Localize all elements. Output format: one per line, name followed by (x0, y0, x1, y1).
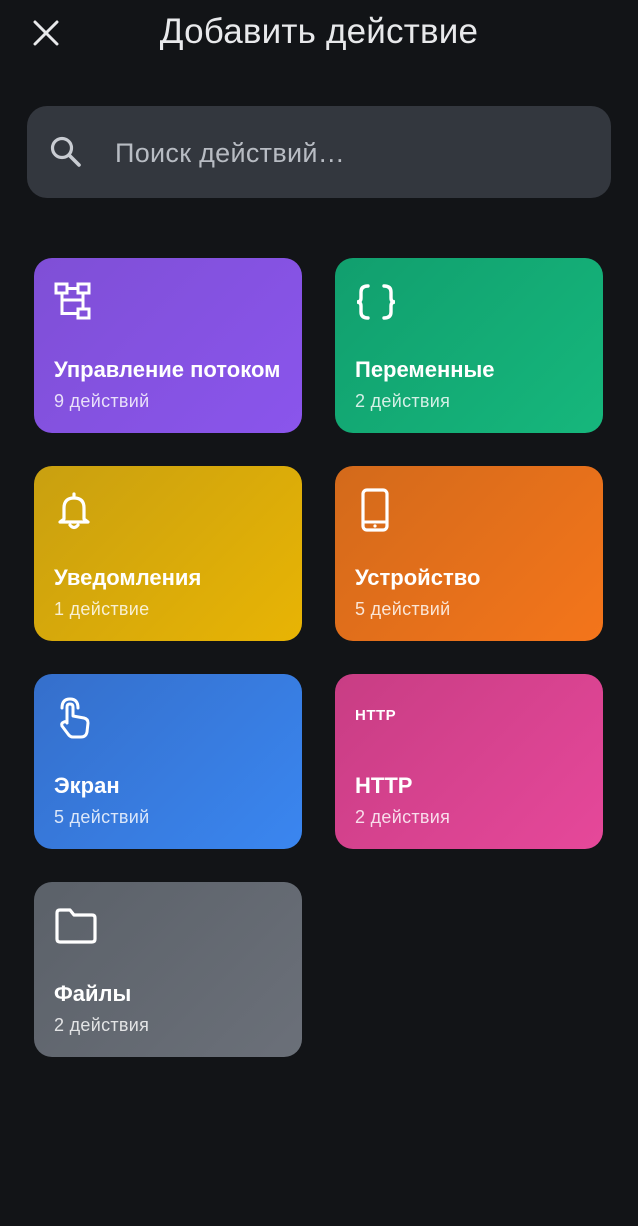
category-count: 2 действия (355, 391, 451, 411)
category-card-http[interactable]: HTTP HTTP 2 действия (335, 674, 603, 849)
category-count: 9 действий (54, 391, 150, 411)
braces-icon (355, 280, 399, 324)
http-icon: HTTP (355, 696, 399, 740)
bell-icon (54, 488, 98, 532)
header: Добавить действие (0, 0, 638, 66)
category-name: Уведомления (54, 565, 202, 590)
category-name: Управление потоком (54, 357, 281, 382)
flow-chart-icon (54, 280, 98, 324)
category-name: Экран (54, 773, 120, 798)
category-name: Переменные (355, 357, 495, 382)
category-count: 5 действий (54, 807, 150, 827)
category-card-device[interactable]: Устройство 5 действий (335, 466, 603, 641)
category-name: Файлы (54, 981, 132, 1006)
category-name: HTTP (355, 773, 413, 798)
add-action-screen: Добавить действие Управление потоком 9 д… (0, 0, 638, 1226)
phone-icon (355, 488, 399, 532)
category-count: 1 действие (54, 599, 150, 619)
page-title: Добавить действие (159, 12, 479, 51)
category-name: Устройство (355, 565, 481, 590)
category-count: 2 действия (54, 1015, 150, 1035)
category-card-files[interactable]: Файлы 2 действия (34, 882, 302, 1057)
category-card-variables[interactable]: Переменные 2 действия (335, 258, 603, 433)
category-count: 2 действия (355, 807, 451, 827)
category-count: 5 действий (355, 599, 451, 619)
category-card-flow[interactable]: Управление потоком 9 действий (34, 258, 302, 433)
search-input[interactable] (113, 124, 587, 182)
category-card-screen[interactable]: Экран 5 действий (34, 674, 302, 849)
category-card-notifications[interactable]: Уведомления 1 действие (34, 466, 302, 641)
search-icon (50, 136, 81, 167)
folder-icon (54, 904, 98, 948)
http-icon-text: HTTP (355, 706, 397, 724)
touch-icon (54, 696, 98, 740)
search-bar[interactable] (27, 106, 611, 198)
